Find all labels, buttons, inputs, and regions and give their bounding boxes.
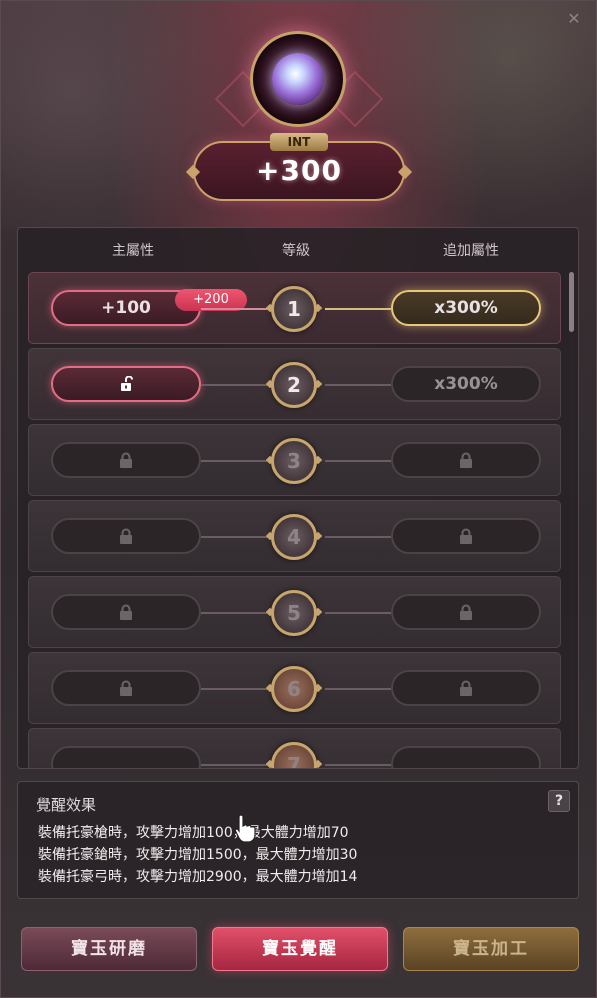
lock-icon	[120, 680, 132, 696]
extra-stat-slot-locked	[391, 594, 541, 630]
jade-gem	[250, 31, 346, 127]
extra-stat-slot-locked	[391, 442, 541, 478]
close-icon[interactable]: ✕	[566, 11, 582, 27]
jade-awaken-button[interactable]: 寶玉覺醒	[212, 927, 388, 971]
gem-icon	[272, 53, 324, 105]
connector-line	[325, 688, 391, 690]
lock-icon	[120, 452, 132, 468]
main-stat-slot-locked	[51, 594, 201, 630]
column-header-level: 等級	[282, 243, 310, 259]
extra-stat-value: x300%	[391, 290, 541, 326]
connector-line	[325, 764, 391, 766]
level-medal: 7	[271, 742, 317, 768]
connector-line	[201, 384, 271, 386]
connector-line	[201, 764, 271, 766]
level-row-1[interactable]: +100 +200 1 x300%	[28, 272, 561, 344]
effect-line: 裝備托豪鎗時，攻擊力增加1500，最大體力增加30	[38, 847, 358, 863]
unlock-icon	[121, 376, 133, 391]
column-header-main-stat: 主屬性	[112, 243, 154, 259]
level-row-2[interactable]: 2 x300%	[28, 348, 561, 420]
level-medal: 6	[271, 666, 317, 712]
connector-line	[201, 308, 271, 310]
level-row-7[interactable]: 7	[28, 728, 561, 768]
stat-total-value: +300	[256, 154, 342, 187]
level-medal: 1	[271, 286, 317, 332]
level-medal: 3	[271, 438, 317, 484]
lock-icon	[460, 452, 472, 468]
lock-icon	[460, 680, 472, 696]
level-medal: 5	[271, 590, 317, 636]
main-stat-slot-locked	[51, 518, 201, 554]
main-stat-slot-locked	[51, 670, 201, 706]
extra-stat-value: x300%	[391, 366, 541, 402]
connector-line	[201, 460, 271, 462]
lock-icon	[120, 528, 132, 544]
level-row-3[interactable]: 3	[28, 424, 561, 496]
connector-line	[325, 308, 391, 310]
effect-line: 裝備托豪弓時，攻擊力增加2900，最大體力增加14	[38, 869, 358, 885]
connector-line	[325, 460, 391, 462]
jade-awakening-window: ✕ INT +300 主屬性 等級 追加屬性 +100 +200 1 x300%	[0, 0, 597, 998]
lock-icon	[460, 528, 472, 544]
awakening-level-table: 主屬性 等級 追加屬性 +100 +200 1 x300% 2 x300% 3 …	[17, 227, 579, 769]
hand-cursor-icon	[234, 814, 256, 843]
level-row-5[interactable]: 5	[28, 576, 561, 648]
connector-line	[201, 612, 271, 614]
extra-stat-slot-locked	[391, 746, 541, 768]
awakening-effect-panel: 覺醒效果 ? 裝備托豪槍時，攻擊力增加100，最大體力增加70 裝備托豪鎗時，攻…	[17, 781, 579, 899]
main-stat-slot-locked	[51, 442, 201, 478]
lock-icon	[120, 604, 132, 620]
connector-line	[201, 536, 271, 538]
connector-line	[325, 384, 391, 386]
help-icon[interactable]: ?	[548, 790, 570, 812]
jade-process-button[interactable]: 寶玉加工	[403, 927, 579, 971]
scrollbar-thumb[interactable]	[569, 272, 574, 332]
level-medal: 4	[271, 514, 317, 560]
main-stat-slot-locked	[51, 746, 201, 768]
effect-line: 裝備托豪槍時，攻擊力增加100，最大體力增加70	[38, 825, 349, 841]
level-row-6[interactable]: 6	[28, 652, 561, 724]
main-stat-slot-unlocked[interactable]	[51, 366, 201, 402]
lock-icon	[460, 604, 472, 620]
table-scrollbar[interactable]	[569, 272, 574, 762]
extra-stat-slot-locked	[391, 518, 541, 554]
jade-polish-button[interactable]: 寶玉研磨	[21, 927, 197, 971]
effect-title: 覺醒效果	[36, 796, 97, 814]
connector-line	[201, 688, 271, 690]
level-row-4[interactable]: 4	[28, 500, 561, 572]
connector-line	[325, 612, 391, 614]
level-medal: 2	[271, 362, 317, 408]
connector-line	[325, 536, 391, 538]
column-header-extra-stat: 追加屬性	[443, 243, 499, 259]
extra-stat-slot-locked	[391, 670, 541, 706]
